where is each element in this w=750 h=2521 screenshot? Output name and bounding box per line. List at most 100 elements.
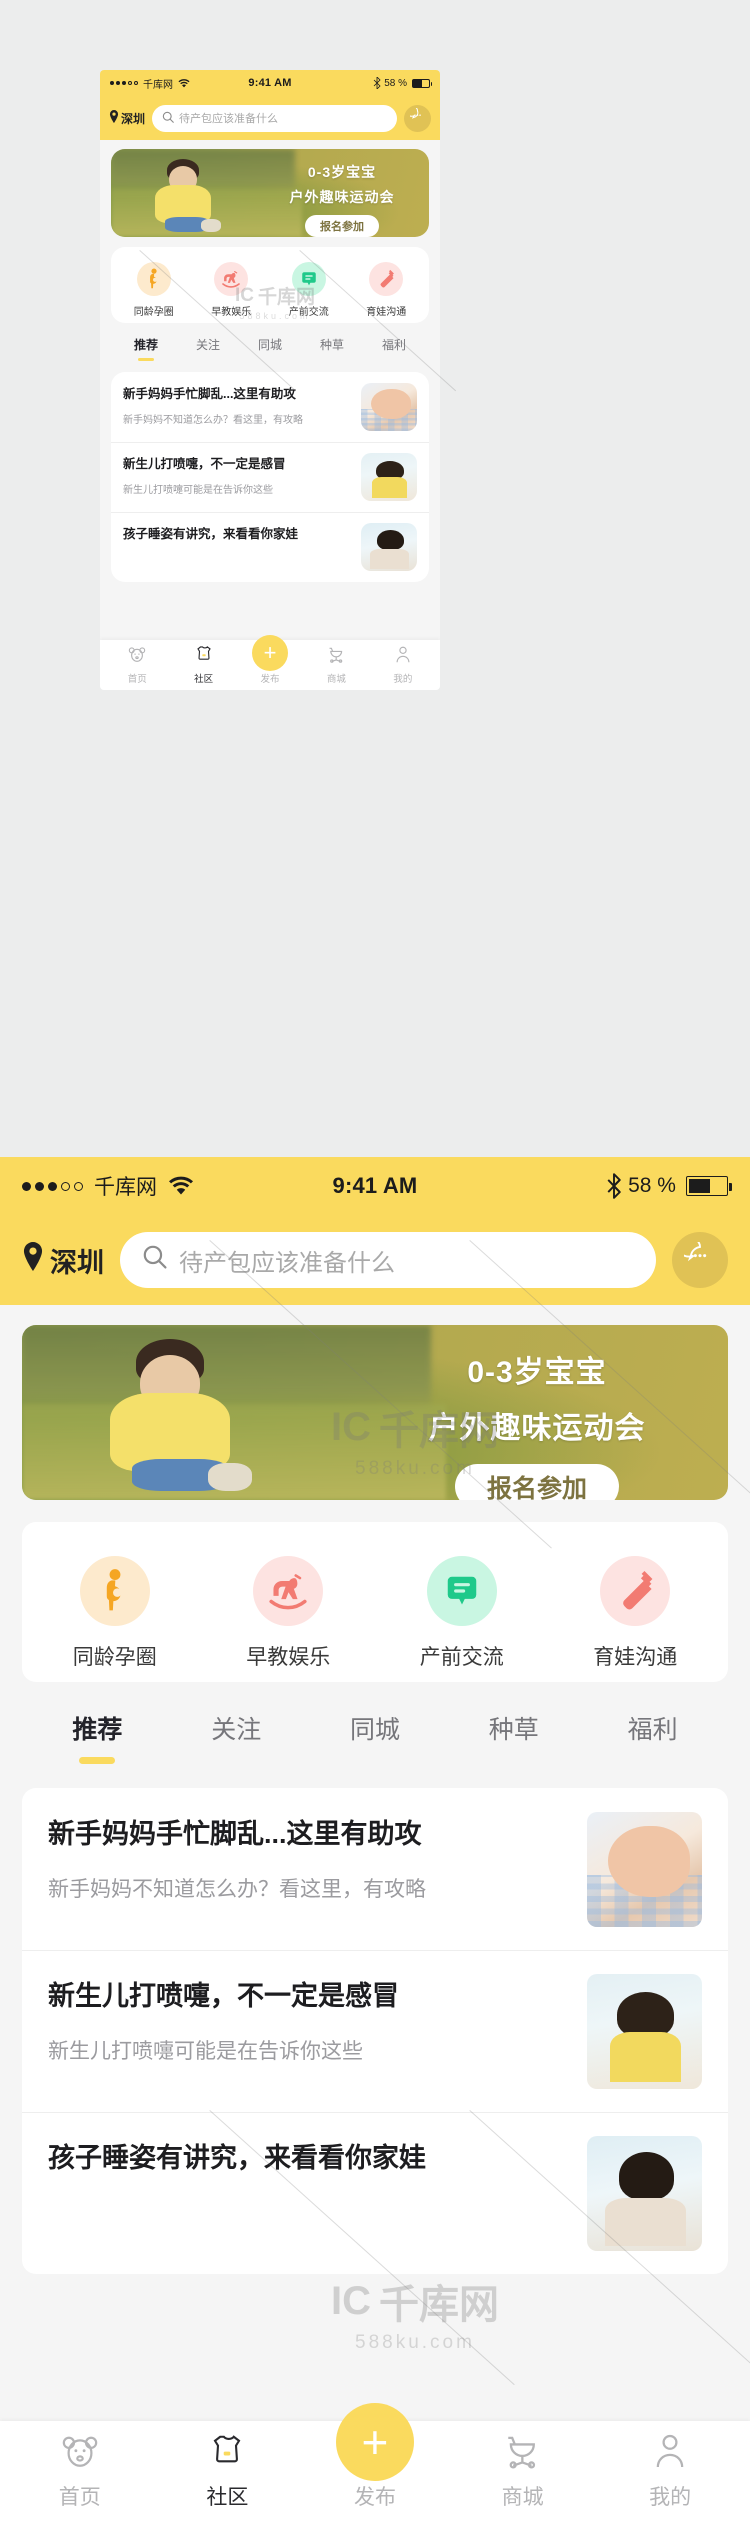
wifi-icon	[168, 1176, 194, 1196]
article-row[interactable]: 新手妈妈手忙脚乱...这里有助攻 新手妈妈不知道怎么办？看这里，有攻略	[111, 372, 429, 442]
search-input[interactable]: 待产包应该准备什么	[120, 1232, 656, 1288]
search-header: 深圳 待产包应该准备什么	[0, 1215, 750, 1305]
nav-item-store[interactable]: 商城	[449, 2433, 597, 2511]
nav-item-community[interactable]: 社区	[154, 2433, 302, 2511]
banner-cta-button[interactable]: 报名参加	[454, 1464, 619, 1500]
battery-percent-label: 58 %	[384, 77, 408, 89]
article-summary: 新手妈妈不知道怎么办？看这里，有攻略	[48, 1878, 426, 1901]
rocking-horse-icon	[214, 261, 249, 296]
tab-recommendations[interactable]: 种草	[444, 1710, 583, 1764]
nav-label: 商城	[501, 2486, 544, 2509]
status-bar: 千库网 9:41 AM 58 %	[100, 70, 440, 96]
category-label-3: 育娃沟通	[593, 1645, 678, 1669]
tab-label: 关注	[211, 1716, 262, 1744]
promo-banner[interactable]: 0-3岁宝宝 户外趣味运动会 报名参加	[22, 1325, 728, 1500]
banner-cta-button[interactable]: 报名参加	[305, 215, 379, 237]
category-item-1[interactable]: 早教娱乐	[202, 1555, 376, 1671]
battery-icon	[412, 78, 433, 88]
nav-label: 发布	[353, 2486, 396, 2509]
location-label: 深圳	[121, 111, 146, 126]
phone-mockup-detail: 千库网 9:41 AM 58 % 深圳 待产包应该准备什么 0-3岁宝宝 户外趣…	[0, 1157, 750, 2521]
pregnant-woman-icon	[136, 261, 171, 296]
article-row[interactable]: 新生儿打喷嚏，不一定是感冒 新生儿打喷嚏可能是在告诉你这些	[111, 442, 429, 512]
category-item-1[interactable]: 早教娱乐	[193, 261, 271, 318]
banner-child-photo	[66, 1335, 296, 1500]
rocking-horse-icon	[253, 1555, 324, 1626]
stroller-icon	[503, 2433, 543, 2474]
banner-line-1: 0-3岁宝宝	[467, 1356, 607, 1389]
nav-item-store[interactable]: 商城	[303, 646, 369, 685]
nav-item-mine[interactable]: 我的	[370, 646, 436, 685]
article-row[interactable]: 孩子睡姿有讲究，来看看你家娃	[111, 512, 429, 582]
bluetooth-icon	[373, 77, 381, 89]
category-label-1: 早教娱乐	[211, 306, 252, 318]
article-summary: 新生儿打喷嚏可能是在告诉你这些	[48, 2040, 363, 2063]
nav-item-publish[interactable]: + 发布	[301, 2403, 449, 2511]
signal-strength-icon	[110, 81, 138, 85]
article-row[interactable]: 新手妈妈手忙脚乱...这里有助攻 新手妈妈不知道怎么办？看这里，有攻略	[22, 1788, 728, 1950]
tab-recommend[interactable]: 推荐	[28, 1710, 167, 1764]
tab-follow[interactable]: 关注	[167, 1710, 306, 1764]
article-title: 孩子睡姿有讲究，来看看你家娃	[123, 527, 299, 541]
tab-recommend[interactable]: 推荐	[115, 336, 177, 361]
category-item-0[interactable]: 同龄孕圈	[115, 261, 193, 318]
nav-item-home[interactable]: 首页	[6, 2434, 154, 2511]
location-selector[interactable]: 深圳	[22, 1241, 104, 1280]
feed-tabs: 推荐 关注 同城 种草 福利	[111, 336, 429, 361]
tab-same-city[interactable]: 同城	[239, 336, 301, 361]
category-item-3[interactable]: 育娃沟通	[348, 261, 426, 318]
clock-label: 9:41 AM	[332, 1173, 418, 1198]
article-thumbnail	[361, 523, 417, 571]
article-list: 新手妈妈手忙脚乱...这里有助攻 新手妈妈不知道怎么办？看这里，有攻略 新生儿打…	[111, 372, 429, 582]
category-item-2[interactable]: 产前交流	[375, 1555, 549, 1671]
page-body: 0-3岁宝宝 户外趣味运动会 报名参加 同龄孕圈 早教娱乐 产前交流 育娃沟通 …	[0, 1325, 750, 2274]
signal-strength-icon	[22, 1181, 83, 1191]
onesie-icon	[209, 2433, 245, 2474]
publish-fab-button[interactable]: +	[252, 635, 289, 671]
bottom-nav: 首页 社区 + 发布 商城 我的	[100, 635, 440, 690]
promo-banner[interactable]: 0-3岁宝宝 户外趣味运动会 报名参加	[111, 149, 429, 237]
article-row[interactable]: 新生儿打喷嚏，不一定是感冒 新生儿打喷嚏可能是在告诉你这些	[22, 1950, 728, 2112]
bear-face-icon	[128, 646, 146, 668]
message-button[interactable]	[404, 104, 431, 132]
page-body: 0-3岁宝宝 户外趣味运动会 报名参加 同龄孕圈 早教娱乐 产前交流 育娃沟通 …	[100, 149, 440, 582]
nav-item-mine[interactable]: 我的	[596, 2433, 744, 2511]
tab-benefits[interactable]: 福利	[583, 1710, 722, 1764]
banner-line-2: 户外趣味运动会	[428, 1412, 646, 1445]
category-item-0[interactable]: 同龄孕圈	[28, 1555, 202, 1671]
banner-child-photo	[133, 157, 243, 237]
nav-item-home[interactable]: 首页	[104, 646, 170, 685]
tab-same-city[interactable]: 同城	[306, 1710, 445, 1764]
location-selector[interactable]: 深圳	[109, 110, 145, 127]
carrier-label: 千库网	[94, 1176, 157, 1199]
tab-label: 福利	[627, 1716, 678, 1744]
tab-label: 种草	[488, 1716, 539, 1744]
article-thumbnail	[587, 1812, 702, 1927]
tab-benefits[interactable]: 福利	[363, 336, 425, 361]
message-button[interactable]	[672, 1232, 728, 1288]
nav-item-community[interactable]: 社区	[170, 645, 236, 685]
baby-bottle-icon	[369, 261, 404, 296]
category-item-2[interactable]: 产前交流	[270, 261, 348, 318]
article-summary: 新生儿打喷嚏可能是在告诉你这些	[123, 485, 273, 496]
wifi-icon	[178, 78, 190, 88]
bottom-nav: 首页 社区 + 发布 商城 我的	[0, 2403, 750, 2521]
clock-label: 9:41 AM	[248, 77, 292, 89]
phone-mockup-preview: 千库网 9:41 AM 58 % 深圳 待产包应该准备什么 0-3岁宝宝 户外趣…	[100, 70, 440, 690]
article-title: 孩子睡姿有讲究，来看看你家娃	[48, 2143, 426, 2173]
nav-label: 首页	[58, 2486, 101, 2509]
category-label-0: 同龄孕圈	[133, 306, 174, 318]
status-bar: 千库网 9:41 AM 58 %	[0, 1157, 750, 1215]
tab-follow[interactable]: 关注	[177, 336, 239, 361]
publish-fab-button[interactable]: +	[335, 2403, 414, 2481]
battery-icon	[685, 1176, 732, 1196]
nav-item-publish[interactable]: + 发布	[237, 635, 303, 685]
banner-text: 0-3岁宝宝 户外趣味运动会 报名参加	[267, 162, 417, 237]
article-row[interactable]: 孩子睡姿有讲究，来看看你家娃	[22, 2112, 728, 2274]
search-input[interactable]: 待产包应该准备什么	[152, 104, 397, 132]
tab-recommendations[interactable]: 种草	[301, 336, 363, 361]
category-shortcuts: 同龄孕圈 早教娱乐 产前交流 育娃沟通	[111, 247, 429, 323]
category-label-0: 同龄孕圈	[72, 1645, 157, 1669]
message-dots-icon	[676, 1235, 716, 1279]
category-item-3[interactable]: 育娃沟通	[549, 1555, 723, 1671]
